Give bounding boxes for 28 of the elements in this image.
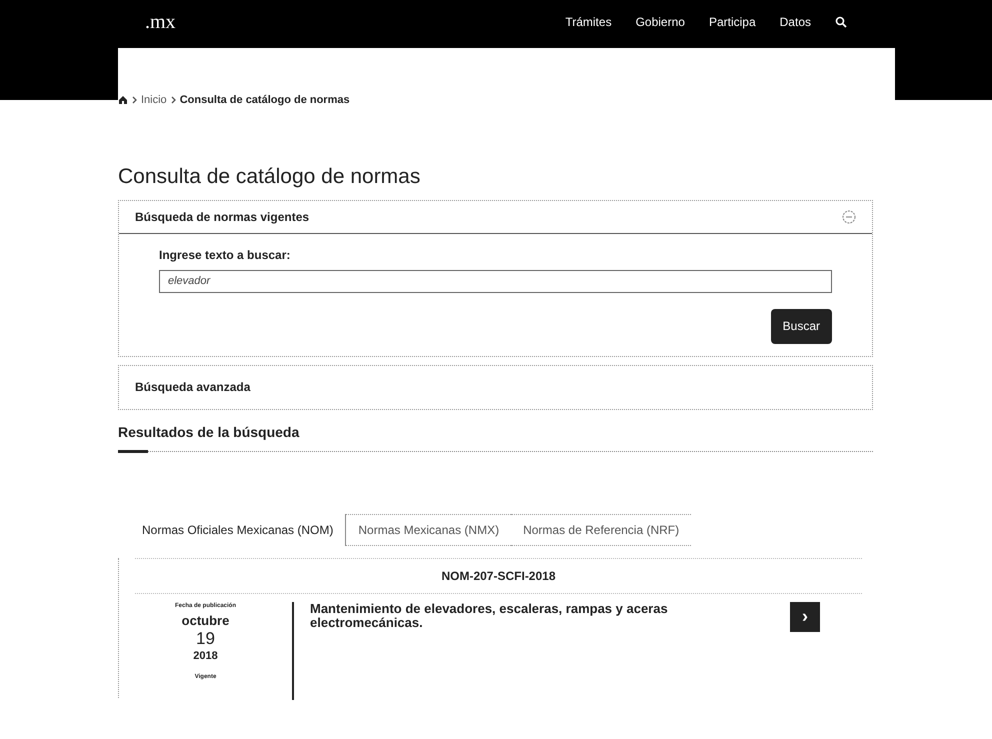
- chevron-right-icon: [132, 96, 137, 104]
- results-tab[interactable]: Normas Mexicanas (NMX): [346, 514, 512, 546]
- panel-heading[interactable]: Búsqueda avanzada: [135, 378, 250, 396]
- nav-link[interactable]: Participa: [708, 13, 756, 31]
- search-button[interactable]: Buscar: [770, 308, 832, 344]
- section-heading: Resultados de la búsqueda: [118, 422, 873, 452]
- advanced-search-panel[interactable]: Búsqueda avanzada: [118, 364, 873, 410]
- breadcrumb-link[interactable]: Inicio: [141, 92, 167, 108]
- norm-description: Mantenimiento de elevadores, escaleras, rampas y aceras electromecánicas.: [310, 602, 669, 632]
- date-year: 2018: [193, 649, 218, 664]
- search-icon[interactable]: [835, 16, 847, 28]
- norm-code: NOM-207-SCFI-2018: [441, 568, 556, 584]
- field-label: Ingrese texto a buscar:: [159, 247, 292, 264]
- nav-link[interactable]: Datos: [780, 13, 811, 31]
- results-tab[interactable]: Normas de Referencia (NRF): [511, 514, 692, 546]
- chevron-right-icon: [170, 96, 176, 104]
- site-logo[interactable]: .mx: [145, 7, 176, 37]
- date-month: octubre: [182, 612, 230, 630]
- nav-link[interactable]: Gobierno: [636, 13, 685, 31]
- results-tab[interactable]: Normas Oficiales Mexicanas (NOM): [130, 514, 346, 546]
- details-button[interactable]: ›: [790, 602, 820, 632]
- panel-heading[interactable]: Búsqueda de normas vigentes: [135, 208, 310, 226]
- page-title: Consulta de catálogo de normas: [118, 164, 422, 190]
- collapse-toggle-icon[interactable]: [842, 210, 856, 224]
- nav-link[interactable]: Trámites: [565, 13, 612, 31]
- home-icon[interactable]: [118, 95, 128, 106]
- search-input[interactable]: elevador: [159, 270, 832, 292]
- date-day: 19: [196, 630, 215, 648]
